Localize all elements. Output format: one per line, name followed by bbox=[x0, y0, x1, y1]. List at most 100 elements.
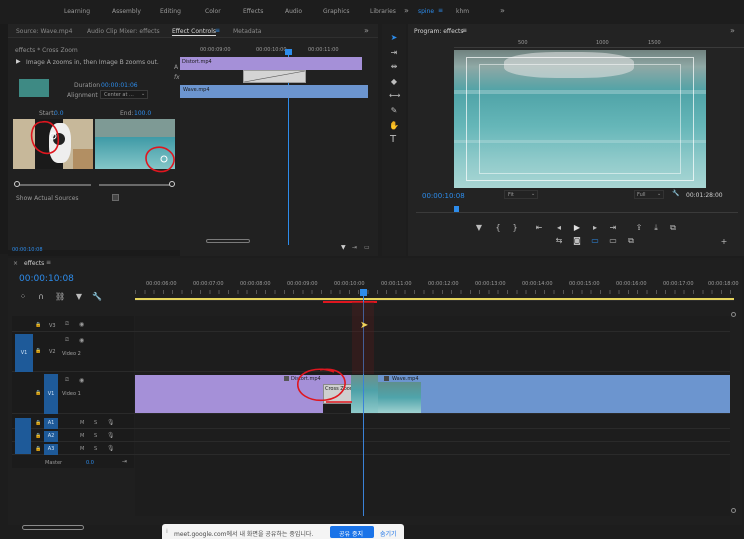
snap-icon[interactable]: ∩ bbox=[36, 293, 46, 301]
mute-icon[interactable]: M bbox=[80, 433, 84, 439]
ripple-edit-icon[interactable]: ⇹ bbox=[389, 63, 399, 71]
tab-metadata[interactable]: Metadata bbox=[233, 28, 261, 35]
step-forward-icon[interactable]: ▸ bbox=[590, 224, 600, 232]
hand-icon[interactable]: ✋ bbox=[389, 122, 399, 130]
mute-icon[interactable]: M bbox=[80, 420, 84, 426]
workspace-more-icon[interactable]: » bbox=[500, 6, 505, 15]
program-menu-icon[interactable]: ≡ bbox=[462, 27, 467, 34]
toggle-icon[interactable]: ▭ bbox=[364, 244, 370, 251]
timeline-tab[interactable]: effects bbox=[24, 260, 44, 267]
mini-transition[interactable] bbox=[243, 70, 306, 83]
workspace-assembly[interactable]: Assembly bbox=[112, 8, 141, 15]
solo-icon[interactable]: S bbox=[94, 433, 97, 439]
timeline-timecode[interactable]: 00:00:10:08 bbox=[19, 274, 74, 284]
nest-icon[interactable]: ⁘ bbox=[18, 293, 28, 301]
lock-icon[interactable]: 🔒 bbox=[35, 420, 41, 426]
track-select-icon[interactable]: ⇥ bbox=[389, 49, 399, 57]
master-go-to-end-icon[interactable]: ⇥ bbox=[122, 458, 127, 465]
scroll-handle-bottom[interactable] bbox=[731, 508, 736, 513]
marker-icon[interactable]: ▼ bbox=[474, 224, 484, 232]
tab-source[interactable]: Source: Wave.mp4 bbox=[16, 28, 72, 35]
master-value[interactable]: 0.0 bbox=[86, 460, 94, 466]
track-target-v1[interactable]: V1 bbox=[44, 374, 58, 414]
eye-icon[interactable]: ◉ bbox=[79, 377, 84, 384]
lock-icon[interactable]: 🔒 bbox=[35, 446, 41, 452]
clip-wave[interactable]: Wave.mp4 bbox=[378, 375, 730, 413]
program-overflow-icon[interactable]: » bbox=[730, 26, 735, 35]
add-button-icon[interactable]: + bbox=[719, 238, 729, 246]
program-timecode[interactable]: 00:00:10:08 bbox=[422, 192, 465, 200]
razor-icon[interactable]: ◆ bbox=[389, 78, 399, 86]
mic-icon[interactable]: 🎙 bbox=[107, 419, 115, 426]
source-patch-v1[interactable]: V1 bbox=[15, 334, 33, 372]
step-back-icon[interactable]: ◂ bbox=[554, 224, 564, 232]
stop-sharing-button[interactable]: 공유 중지 bbox=[330, 526, 374, 538]
workspace-learning[interactable]: Learning bbox=[64, 8, 90, 15]
workspace-effects[interactable]: Effects bbox=[243, 8, 263, 15]
track-target-a1[interactable]: A1 bbox=[44, 418, 58, 429]
workspace-color[interactable]: Color bbox=[205, 8, 221, 15]
preview-slider-b[interactable] bbox=[99, 184, 173, 186]
timeline-vertical-scroll[interactable] bbox=[731, 312, 736, 522]
selection-tool-icon[interactable]: ➤ bbox=[389, 34, 399, 42]
solo-icon[interactable]: S bbox=[94, 420, 97, 426]
slip-icon[interactable]: ⟷ bbox=[389, 92, 400, 100]
workspace-libraries[interactable]: Libraries bbox=[370, 8, 396, 15]
lock-icon[interactable]: 🔒 bbox=[35, 348, 41, 354]
type-icon[interactable]: T bbox=[388, 135, 398, 145]
timeline-menu-icon[interactable]: ≡ bbox=[46, 259, 51, 266]
workspace-graphics[interactable]: Graphics bbox=[323, 8, 350, 15]
pen-icon[interactable]: ✎ bbox=[389, 107, 399, 115]
mic-icon[interactable]: 🎙 bbox=[107, 432, 115, 439]
source-patch-a1[interactable] bbox=[15, 418, 31, 454]
eye-icon[interactable]: ◉ bbox=[79, 337, 84, 344]
export-frame-icon[interactable]: ⧉ bbox=[668, 224, 678, 232]
sync-icon[interactable]: ⎚ bbox=[65, 377, 69, 383]
eye-icon[interactable]: ◉ bbox=[79, 321, 84, 328]
tab-audio-clip-mixer[interactable]: Audio Clip Mixer: effects bbox=[87, 28, 160, 35]
drag-handle-icon[interactable]: ⁞ bbox=[166, 528, 168, 535]
fit-select[interactable]: Fit ⌄ bbox=[504, 190, 538, 199]
wrench-icon[interactable]: 🔧 bbox=[672, 190, 679, 197]
show-actual-sources-checkbox[interactable] bbox=[112, 194, 119, 201]
program-playhead[interactable] bbox=[454, 206, 459, 212]
timeline-playhead-head[interactable] bbox=[360, 289, 367, 296]
sync-icon[interactable]: ⎚ bbox=[65, 337, 69, 343]
play-transition-icon[interactable]: ▶ bbox=[16, 58, 21, 65]
program-scrub-bar[interactable] bbox=[416, 205, 738, 213]
solo-icon[interactable]: S bbox=[94, 446, 97, 452]
workspace-active[interactable]: spine bbox=[418, 8, 434, 15]
mini-clip-b[interactable]: Wave.mp4 bbox=[180, 85, 368, 98]
panel-overflow-icon[interactable]: » bbox=[364, 26, 369, 35]
mic-icon[interactable]: 🎙 bbox=[107, 445, 115, 452]
duration-value[interactable]: 00:00:01:06 bbox=[101, 82, 138, 89]
track-target-a3[interactable]: A3 bbox=[44, 444, 58, 455]
lock-icon[interactable]: 🔒 bbox=[35, 322, 41, 328]
preview-slider-a-handle[interactable] bbox=[14, 181, 20, 187]
workspace-menu-icon[interactable]: ≡ bbox=[438, 7, 443, 14]
timeline-close-icon[interactable]: × bbox=[13, 260, 18, 267]
workspace-overflow-icon[interactable]: » bbox=[404, 6, 409, 15]
add-marker-icon[interactable]: ▼ bbox=[74, 293, 84, 301]
filter-icon[interactable]: ▼ bbox=[341, 244, 346, 251]
extract-icon[interactable]: ⤓ bbox=[651, 224, 661, 232]
linked-selection-icon[interactable]: ⛓ bbox=[55, 293, 65, 301]
mini-scroll-bar[interactable] bbox=[206, 239, 250, 243]
trim-icon[interactable]: ⇆ bbox=[554, 237, 564, 245]
alignment-select[interactable]: Center at ... ⌄ bbox=[100, 90, 148, 99]
multi-cam-icon[interactable]: ⧉ bbox=[626, 237, 636, 245]
effect-controls-time[interactable]: 00:00:10:08 bbox=[12, 247, 43, 253]
workspace-extra[interactable]: khm bbox=[456, 8, 469, 15]
lock-icon[interactable]: 🔒 bbox=[35, 390, 41, 396]
effect-controls-menu-icon[interactable]: ≡ bbox=[215, 27, 220, 34]
preview-slider-b-handle[interactable] bbox=[169, 181, 175, 187]
preview-slider-a[interactable] bbox=[17, 184, 91, 186]
scroll-handle-top[interactable] bbox=[731, 312, 736, 317]
workspace-editing[interactable]: Editing bbox=[160, 8, 181, 15]
work-area-bar[interactable] bbox=[135, 298, 734, 300]
export-icon[interactable]: ⇥ bbox=[352, 244, 357, 251]
hide-button[interactable]: 숨기기 bbox=[380, 529, 397, 538]
tab-effect-controls[interactable]: Effect Controls bbox=[172, 28, 216, 36]
wrench-icon[interactable]: 🔧 bbox=[92, 293, 102, 301]
lock-icon[interactable]: 🔒 bbox=[35, 433, 41, 439]
